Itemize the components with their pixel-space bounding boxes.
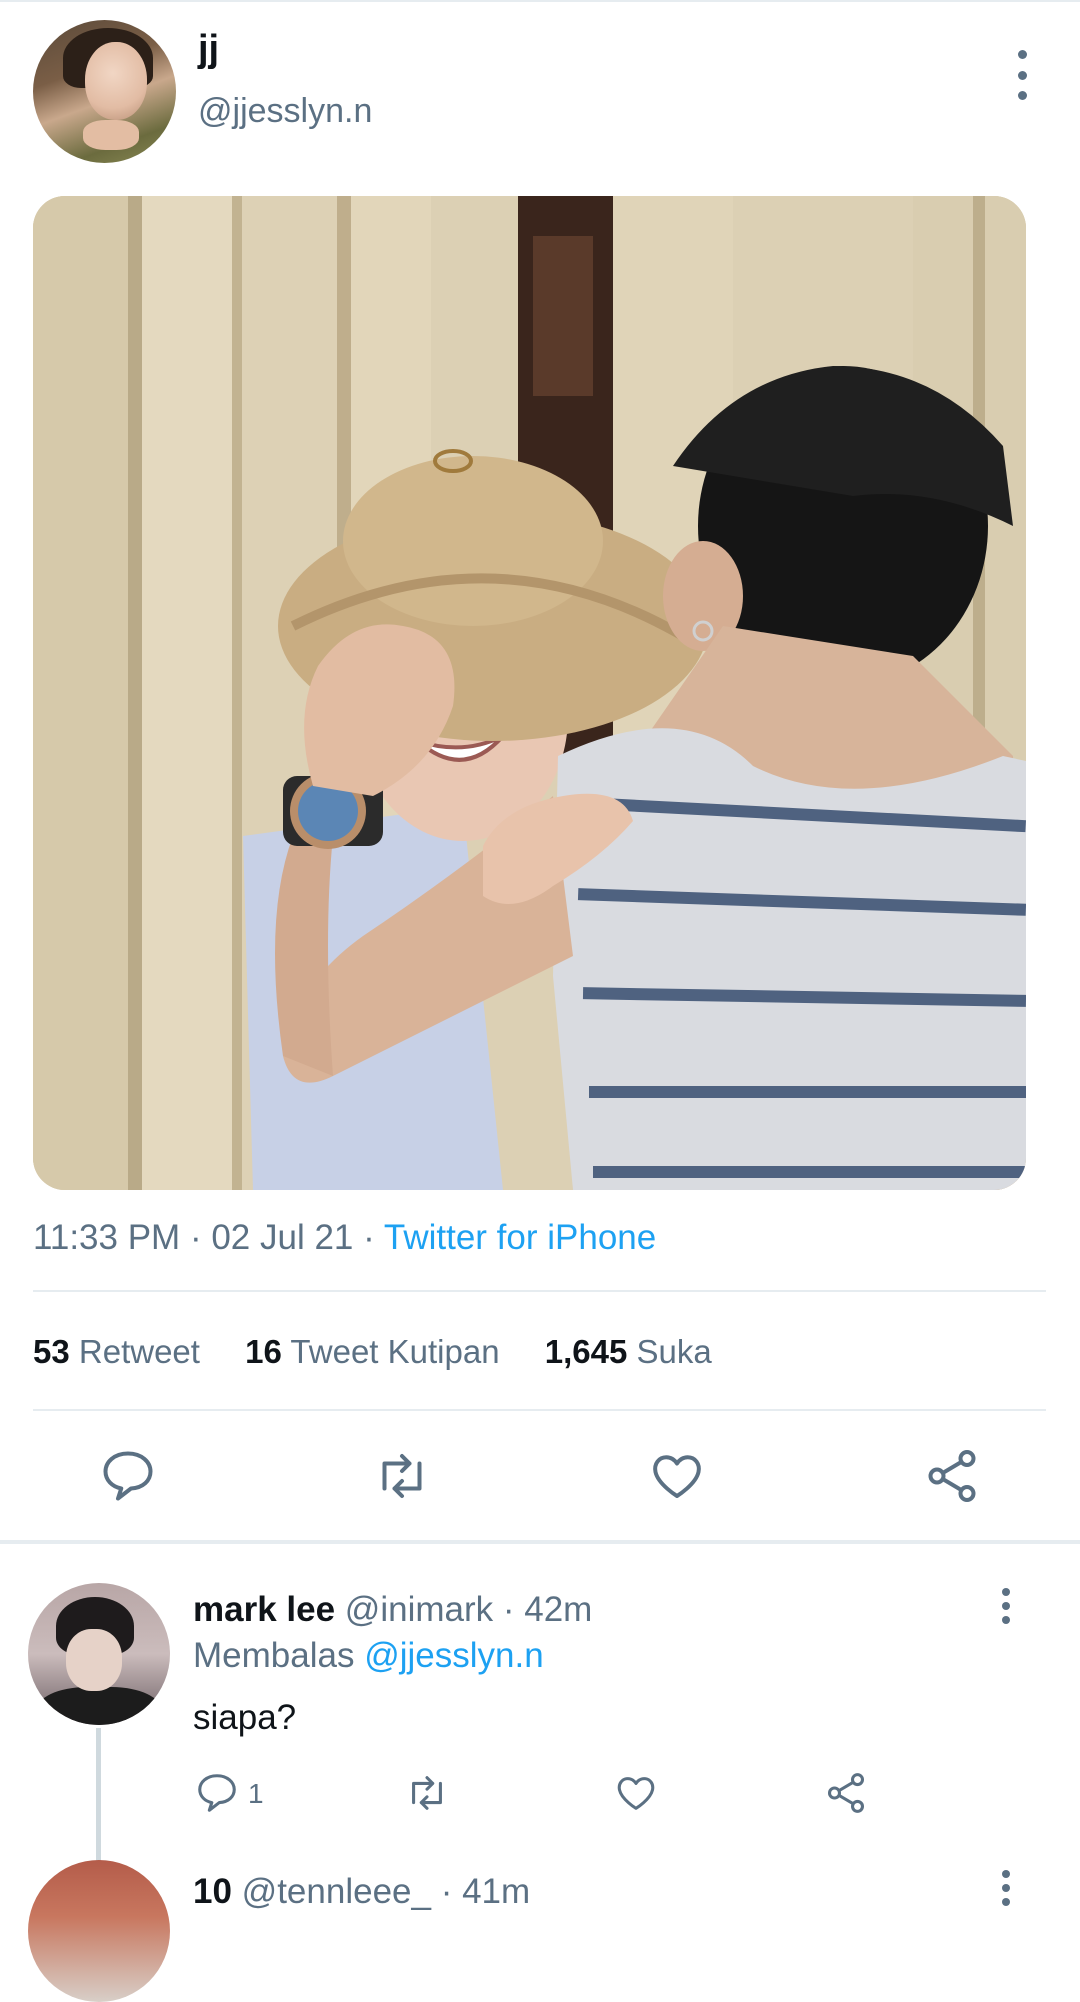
meta-separator: · xyxy=(493,1590,525,1629)
engagement-stats: 53 Retweet 16 Tweet Kutipan 1,645 Suka xyxy=(33,1333,748,1371)
reply-count: 1 xyxy=(248,1778,264,1809)
meta-separator: · xyxy=(363,1218,384,1257)
author-handle[interactable]: @jjesslyn.n xyxy=(198,92,372,131)
quotes-stat[interactable]: 16 Tweet Kutipan xyxy=(245,1333,499,1370)
reply-handle[interactable]: @inimark xyxy=(345,1590,493,1629)
share-icon[interactable] xyxy=(823,1770,869,1816)
like-icon[interactable] xyxy=(647,1446,707,1506)
retweet-count: 53 xyxy=(33,1333,70,1370)
replying-to: Membalas @jjesslyn.n xyxy=(193,1636,544,1676)
divider xyxy=(33,1409,1046,1411)
tweet-time: 11:33 PM xyxy=(33,1218,181,1257)
tweet-photo[interactable] xyxy=(33,196,1026,1190)
top-divider xyxy=(0,0,1080,2)
tweet-date: 02 Jul 21 xyxy=(211,1218,354,1257)
more-options-icon[interactable] xyxy=(1012,50,1032,100)
retweet-label: Retweet xyxy=(78,1333,200,1370)
like-count: 1,645 xyxy=(544,1333,628,1370)
replying-to-handle[interactable]: @jjesslyn.n xyxy=(364,1636,543,1675)
share-icon[interactable] xyxy=(922,1446,982,1506)
likes-stat[interactable]: 1,645 Suka xyxy=(545,1333,712,1370)
reply-more-options-icon[interactable] xyxy=(996,1870,1016,1906)
divider xyxy=(33,1290,1046,1292)
tweet-source-link[interactable]: Twitter for iPhone xyxy=(384,1218,656,1257)
reply-age: 41m xyxy=(462,1872,531,1911)
tweet-timestamp: 11:33 PM · 02 Jul 21 · Twitter for iPhon… xyxy=(33,1218,656,1258)
reply-header: mark lee @inimark · 42m xyxy=(193,1590,592,1630)
replying-prefix: Membalas xyxy=(193,1636,355,1675)
reply-display-name[interactable]: 10 xyxy=(193,1872,232,1911)
retweet-icon[interactable] xyxy=(372,1446,432,1506)
quote-label: Tweet Kutipan xyxy=(290,1333,500,1370)
like-icon[interactable] xyxy=(613,1770,659,1816)
reply-text: siapa? xyxy=(193,1698,297,1737)
reply-more-options-icon[interactable] xyxy=(996,1588,1016,1624)
author-avatar[interactable] xyxy=(33,20,176,163)
reply-display-name[interactable]: mark lee xyxy=(193,1590,335,1629)
reply-icon[interactable] xyxy=(98,1446,158,1506)
reply-handle[interactable]: @tennleee_ xyxy=(242,1872,431,1911)
reply-avatar[interactable] xyxy=(28,1583,170,1725)
reply-age: 42m xyxy=(524,1590,593,1629)
thread-line xyxy=(96,1728,101,1868)
quote-count: 16 xyxy=(245,1333,282,1370)
reply-icon[interactable] xyxy=(194,1770,240,1816)
meta-separator: · xyxy=(430,1872,463,1911)
reply-avatar[interactable] xyxy=(28,1860,170,2002)
meta-separator: · xyxy=(189,1218,212,1257)
like-label: Suka xyxy=(636,1333,712,1370)
reply-header: 10 @tennleee_ · 41m xyxy=(193,1872,530,1912)
retweet-icon[interactable] xyxy=(404,1770,450,1816)
author-display-name[interactable]: jj xyxy=(198,28,219,71)
section-divider xyxy=(0,1540,1080,1544)
retweets-stat[interactable]: 53 Retweet xyxy=(33,1333,200,1370)
